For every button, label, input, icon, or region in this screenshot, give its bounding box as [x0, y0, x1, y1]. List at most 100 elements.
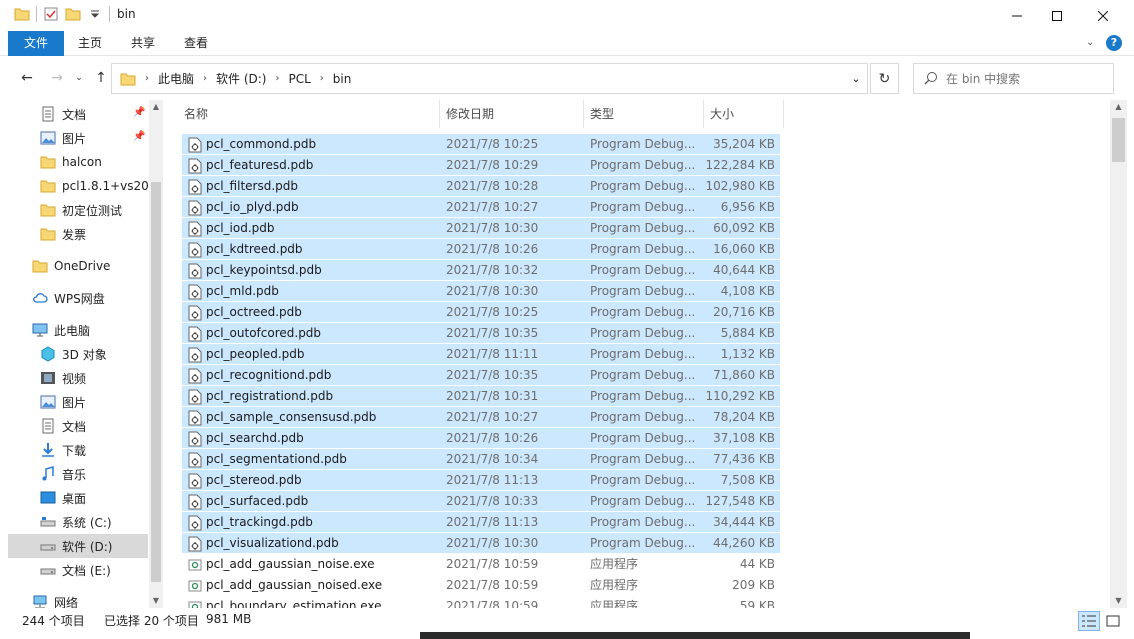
scrollbar-thumb[interactable]	[1112, 118, 1125, 162]
scrollbar-thumb[interactable]	[151, 182, 161, 582]
properties-icon[interactable]	[43, 6, 59, 22]
file-row[interactable]: pcl_peopled.pdb 2021/7/8 11:11 Program Deb…	[182, 344, 780, 365]
expand-ribbon-icon[interactable]: ⌄	[1086, 37, 1094, 48]
file-row[interactable]: pcl_sample_consensusd.pdb 2021/7/8 10:27 P…	[182, 407, 780, 428]
sidebar-item[interactable]: 3D 对象	[8, 342, 148, 366]
file-row[interactable]: pcl_segmentationd.pdb 2021/7/8 10:34 Progr…	[182, 449, 780, 470]
file-row[interactable]: pcl_surfaced.pdb 2021/7/8 10:33 Program De…	[182, 491, 780, 512]
file-list-scrollbar[interactable]: ▲ ▼	[1110, 100, 1127, 608]
address-bar[interactable]: › 此电脑 › 软件 (D:) › PCL › bin ⌄	[111, 63, 868, 94]
sidebar-item[interactable]: pcl1.8.1+vs201	[8, 174, 148, 198]
sidebar-item[interactable]: 发票	[8, 222, 148, 246]
file-row[interactable]: pcl_kdtreed.pdb 2021/7/8 10:26 Program Deb…	[182, 239, 780, 260]
file-row[interactable]: pcl_iod.pdb 2021/7/8 10:30 Program Debug..…	[182, 218, 780, 239]
file-row[interactable]: pcl_trackingd.pdb 2021/7/8 11:13 Program D…	[182, 512, 780, 533]
folder-icon	[120, 73, 136, 85]
breadcrumb-bin[interactable]: bin	[333, 72, 352, 86]
chevron-right-icon[interactable]: ›	[145, 73, 149, 84]
back-button[interactable]: ←	[16, 66, 38, 90]
onedrive-folder-icon	[32, 258, 48, 274]
file-row[interactable]: pcl_featuresd.pdb 2021/7/8 10:29 Program D…	[182, 155, 780, 176]
sidebar-item[interactable]: 图片	[8, 126, 148, 150]
file-row[interactable]: pcl_io_plyd.pdb 2021/7/8 10:27 Program Deb…	[182, 197, 780, 218]
maximize-button[interactable]	[1034, 0, 1080, 31]
chevron-right-icon[interactable]: ›	[320, 73, 324, 84]
taskbar-strip	[420, 632, 970, 639]
sidebar-item[interactable]: 桌面	[8, 486, 148, 510]
sidebar-item[interactable]: 视频	[8, 366, 148, 390]
sidebar-item[interactable]: 网络	[8, 590, 148, 608]
sidebar-item[interactable]: 下载	[8, 438, 148, 462]
file-row[interactable]: pcl_boundary_estimation.exe 2021/7/8 10:5…	[182, 596, 780, 608]
search-input[interactable]	[946, 69, 1106, 89]
scroll-up-arrow-icon[interactable]: ▲	[1110, 100, 1127, 114]
pin-icon[interactable]: 📌	[133, 131, 145, 142]
scroll-down-arrow-icon[interactable]: ▼	[1110, 594, 1127, 608]
file-row[interactable]: pcl_filtersd.pdb 2021/7/8 10:28 Program De…	[182, 176, 780, 197]
sidebar-item[interactable]: 图片	[8, 390, 148, 414]
debug-file-icon	[188, 284, 202, 300]
column-header-date[interactable]: 修改日期	[440, 100, 584, 128]
sidebar-item[interactable]: 系统 (C:)	[8, 510, 148, 534]
file-name: pcl_add_gaussian_noised.exe	[206, 578, 383, 592]
sidebar-item[interactable]: 初定位测试	[8, 198, 148, 222]
file-row[interactable]: pcl_add_gaussian_noise.exe 2021/7/8 10:59…	[182, 554, 780, 575]
up-button[interactable]: ↑	[90, 66, 112, 90]
file-row[interactable]: pcl_searchd.pdb 2021/7/8 10:26 Program Deb…	[182, 428, 780, 449]
file-row[interactable]: pcl_visualizationd.pdb 2021/7/8 10:30 Prog…	[182, 533, 780, 554]
breadcrumb-this-pc[interactable]: 此电脑	[158, 70, 194, 87]
scroll-down-arrow-icon[interactable]: ▼	[149, 594, 163, 608]
sidebar-item[interactable]: 软件 (D:)	[8, 534, 148, 558]
file-date: 2021/7/8 10:30	[446, 284, 539, 298]
sidebar-item[interactable]: 文档	[8, 414, 148, 438]
navigation-pane: 文档 📌 图片 📌 halcon pcl1.8.1+vs201 初定位测试 发票 OneDriv…	[0, 100, 163, 608]
breadcrumb-pcl[interactable]: PCL	[288, 72, 310, 86]
breadcrumb-drive-d[interactable]: 软件 (D:)	[216, 70, 266, 87]
column-header-name[interactable]: 名称	[178, 100, 440, 128]
tab-share[interactable]: 共享	[122, 31, 164, 56]
file-date: 2021/7/8 10:59	[446, 578, 539, 592]
item-count: 244 个项目	[22, 614, 85, 628]
address-dropdown-button[interactable]: ⌄	[845, 64, 867, 93]
debug-file-icon	[188, 389, 202, 405]
new-folder-icon[interactable]	[65, 6, 81, 22]
folder-icon[interactable]	[14, 6, 30, 22]
recent-locations-button[interactable]: ⌄	[68, 66, 90, 90]
large-icons-view-button[interactable]	[1102, 611, 1124, 631]
search-box[interactable]	[913, 63, 1114, 94]
column-header-size[interactable]: 大小	[704, 100, 784, 128]
pictures-icon	[40, 130, 56, 146]
file-row[interactable]: pcl_add_gaussian_noised.exe 2021/7/8 10:5…	[182, 575, 780, 596]
sidebar-item[interactable]: halcon	[8, 150, 148, 174]
refresh-button[interactable]: ↻	[870, 63, 899, 94]
file-row[interactable]: pcl_octreed.pdb 2021/7/8 10:25 Program Deb…	[182, 302, 780, 323]
sidebar-item[interactable]: OneDrive	[8, 254, 148, 278]
file-row[interactable]: pcl_stereod.pdb 2021/7/8 11:13 Program Deb…	[182, 470, 780, 491]
forward-button[interactable]: →	[46, 66, 68, 90]
file-row[interactable]: pcl_keypointsd.pdb 2021/7/8 10:32 Program …	[182, 260, 780, 281]
help-icon[interactable]: ?	[1106, 35, 1122, 51]
scroll-up-arrow-icon[interactable]: ▲	[149, 100, 163, 114]
pin-icon[interactable]: 📌	[133, 107, 145, 118]
3d-objects-icon	[40, 346, 56, 362]
tab-file[interactable]: 文件	[8, 31, 64, 56]
file-row[interactable]: pcl_commond.pdb 2021/7/8 10:25 Program Deb…	[182, 134, 780, 155]
close-button[interactable]	[1080, 0, 1126, 31]
details-view-button[interactable]	[1078, 611, 1100, 631]
sidebar-item[interactable]: 文档 (E:)	[8, 558, 148, 582]
sidebar-item[interactable]: 文档	[8, 102, 148, 126]
file-row[interactable]: pcl_recognitiond.pdb 2021/7/8 10:35 Progra…	[182, 365, 780, 386]
file-row[interactable]: pcl_outofcored.pdb 2021/7/8 10:35 Program …	[182, 323, 780, 344]
sidebar-item[interactable]: 音乐	[8, 462, 148, 486]
chevron-right-icon[interactable]: ›	[203, 73, 207, 84]
navigation-scrollbar[interactable]: ▲ ▼	[149, 100, 163, 608]
tab-home[interactable]: 主页	[70, 31, 110, 56]
file-row[interactable]: pcl_registrationd.pdb 2021/7/8 10:31 Progr…	[182, 386, 780, 407]
chevron-right-icon[interactable]: ›	[275, 73, 279, 84]
file-row[interactable]: pcl_mld.pdb 2021/7/8 10:30 Program Debug..…	[182, 281, 780, 302]
tab-view[interactable]: 查看	[175, 31, 217, 56]
sidebar-item[interactable]: 此电脑	[8, 318, 148, 342]
column-header-type[interactable]: 类型	[584, 100, 704, 128]
customize-toolbar-icon[interactable]	[87, 6, 103, 22]
sidebar-item[interactable]: WPS网盘	[8, 286, 148, 310]
